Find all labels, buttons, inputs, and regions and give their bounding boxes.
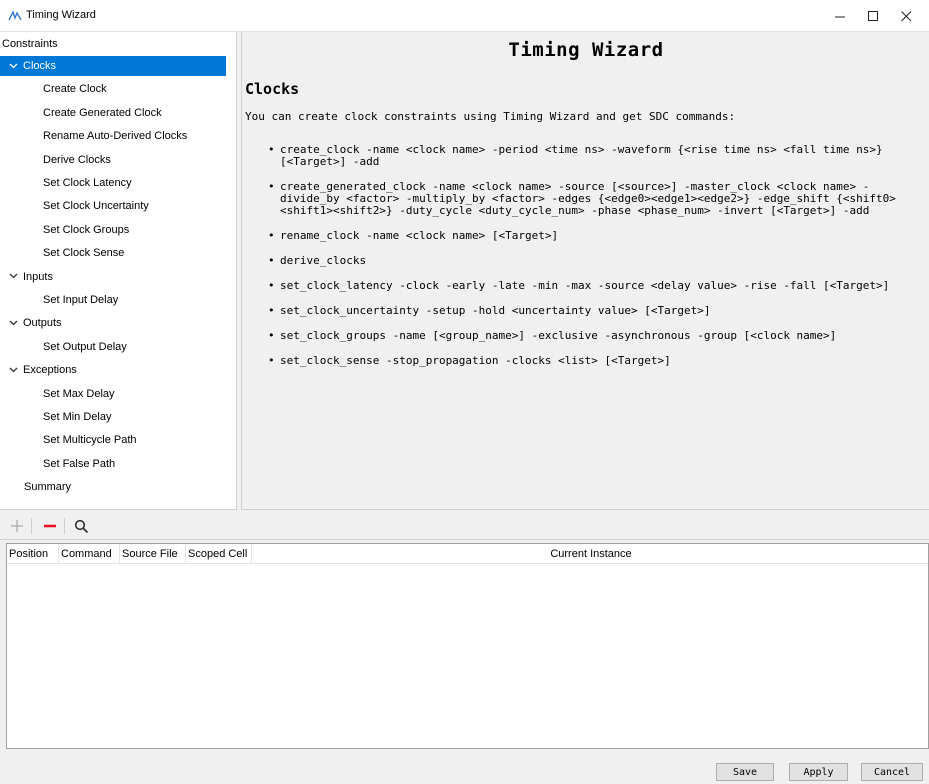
tree-item-label: Set Input Delay — [43, 294, 119, 306]
tree-item-label: Set Multicycle Path — [43, 434, 137, 447]
tree-item-set-input-delay[interactable]: Set Input Delay — [0, 290, 236, 310]
chevron-down-icon[interactable] — [8, 61, 18, 72]
column-header-scoped-cell[interactable]: Scoped Cell — [186, 544, 252, 564]
cancel-button[interactable]: Cancel — [861, 763, 923, 781]
tree-item-label: Create Generated Clock — [43, 106, 162, 119]
tree-item-label: Create Clock — [43, 83, 107, 96]
intro-text: You can create clock constraints using T… — [245, 110, 736, 123]
tree-item-label: Clocks — [23, 60, 57, 72]
command-list-item: set_clock_uncertainty -setup -hold <unce… — [258, 305, 928, 318]
tree-item-inputs[interactable]: Inputs — [0, 267, 236, 287]
column-header-source-file[interactable]: Source File — [120, 544, 186, 564]
tree-item-set-multicycle-path[interactable]: Set Multicycle Path — [0, 430, 236, 450]
tree-item-create-clock[interactable]: Create Clock — [0, 79, 236, 99]
tree-item-set-clock-uncertainty[interactable]: Set Clock Uncertainty — [0, 196, 236, 216]
tree-item-clocks[interactable]: Clocks — [0, 56, 226, 76]
tree-item-label: Set False Path — [43, 457, 116, 470]
search-button[interactable] — [70, 516, 92, 536]
tree-item-label: Set Output Delay — [43, 340, 127, 353]
help-content-panel: Timing Wizard Clocks You can create cloc… — [241, 32, 929, 510]
tree-item-label: Set Clock Uncertainty — [43, 200, 149, 213]
add-button[interactable] — [6, 516, 28, 536]
command-list-item: create_generated_clock -name <clock name… — [258, 181, 928, 217]
maximize-icon — [867, 10, 878, 21]
toolbar — [0, 512, 929, 540]
tree-item-rename-auto-derived-clocks[interactable]: Rename Auto-Derived Clocks — [0, 126, 236, 146]
tree-item-label: Rename Auto-Derived Clocks — [43, 130, 188, 143]
close-button[interactable] — [884, 0, 928, 32]
tree-item-label: Summary — [24, 481, 72, 494]
apply-button[interactable]: Apply — [789, 763, 848, 781]
title-bar: Timing Wizard — [0, 0, 929, 32]
tree-item-exceptions[interactable]: Exceptions — [0, 360, 236, 380]
dialog-footer: Save Apply Cancel — [0, 750, 929, 784]
command-list: create_clock -name <clock name> -period … — [258, 144, 928, 380]
chevron-down-icon[interactable] — [8, 318, 18, 329]
tree-item-summary[interactable]: Summary — [0, 477, 236, 497]
tree-item-set-output-delay[interactable]: Set Output Delay — [0, 337, 236, 357]
timing-wizard-icon — [8, 9, 22, 23]
tree-root-constraints[interactable]: Constraints — [0, 34, 236, 54]
section-title: Clocks — [245, 80, 300, 98]
tree-item-set-max-delay[interactable]: Set Max Delay — [0, 384, 236, 404]
column-header-current-instance[interactable]: Current Instance — [252, 544, 928, 564]
tree-item-set-false-path[interactable]: Set False Path — [0, 454, 236, 474]
column-header-command[interactable]: Command — [59, 544, 120, 564]
tree-item-outputs[interactable]: Outputs — [0, 313, 236, 333]
search-icon — [74, 519, 88, 533]
command-list-item: set_clock_groups -name [<group_name>] -e… — [258, 330, 928, 343]
close-icon — [900, 10, 911, 21]
command-list-item: derive_clocks — [258, 255, 928, 268]
tree-item-label: Set Clock Groups — [43, 223, 130, 236]
tree-item-label: Derive Clocks — [43, 153, 111, 166]
column-header-position[interactable]: Position — [7, 544, 59, 564]
minus-icon — [44, 524, 56, 528]
tree-item-derive-clocks[interactable]: Derive Clocks — [0, 150, 236, 170]
save-button[interactable]: Save — [716, 763, 774, 781]
chevron-down-icon[interactable] — [8, 365, 18, 376]
tree-item-label: Set Clock Sense — [43, 247, 125, 260]
remove-button[interactable] — [39, 516, 61, 536]
minimize-icon — [834, 16, 845, 17]
chevron-down-icon[interactable] — [8, 271, 18, 282]
tree-item-label: Exceptions — [23, 364, 77, 377]
plus-icon — [11, 520, 23, 532]
tree-item-create-generated-clock[interactable]: Create Generated Clock — [0, 103, 236, 123]
tree-item-set-clock-sense[interactable]: Set Clock Sense — [0, 243, 236, 263]
command-list-item: set_clock_latency -clock -early -late -m… — [258, 280, 928, 293]
constraints-tree[interactable]: Constraints Clocks Create Clock Create Gen… — [0, 32, 237, 510]
sdc-command-table[interactable]: Position Command Source File Scoped Cell… — [6, 543, 929, 749]
tree-item-label: Constraints — [2, 38, 58, 50]
tree-item-label: Inputs — [23, 270, 53, 283]
tree-item-set-clock-latency[interactable]: Set Clock Latency — [0, 173, 236, 193]
command-list-item: rename_clock -name <clock name> [<Target… — [258, 230, 928, 243]
table-header: Position Command Source File Scoped Cell… — [7, 544, 928, 564]
command-list-item: set_clock_sense -stop_propagation -clock… — [258, 355, 928, 368]
tree-item-label: Set Max Delay — [43, 387, 115, 400]
command-list-item: create_clock -name <clock name> -period … — [258, 144, 928, 168]
tree-item-set-min-delay[interactable]: Set Min Delay — [0, 407, 236, 427]
tree-item-label: Outputs — [23, 317, 62, 330]
tree-item-set-clock-groups[interactable]: Set Clock Groups — [0, 220, 236, 240]
window-title: Timing Wizard — [26, 9, 96, 21]
tree-item-label: Set Clock Latency — [43, 177, 132, 189]
tree-item-label: Set Min Delay — [43, 411, 112, 423]
page-title: Timing Wizard — [508, 39, 664, 61]
